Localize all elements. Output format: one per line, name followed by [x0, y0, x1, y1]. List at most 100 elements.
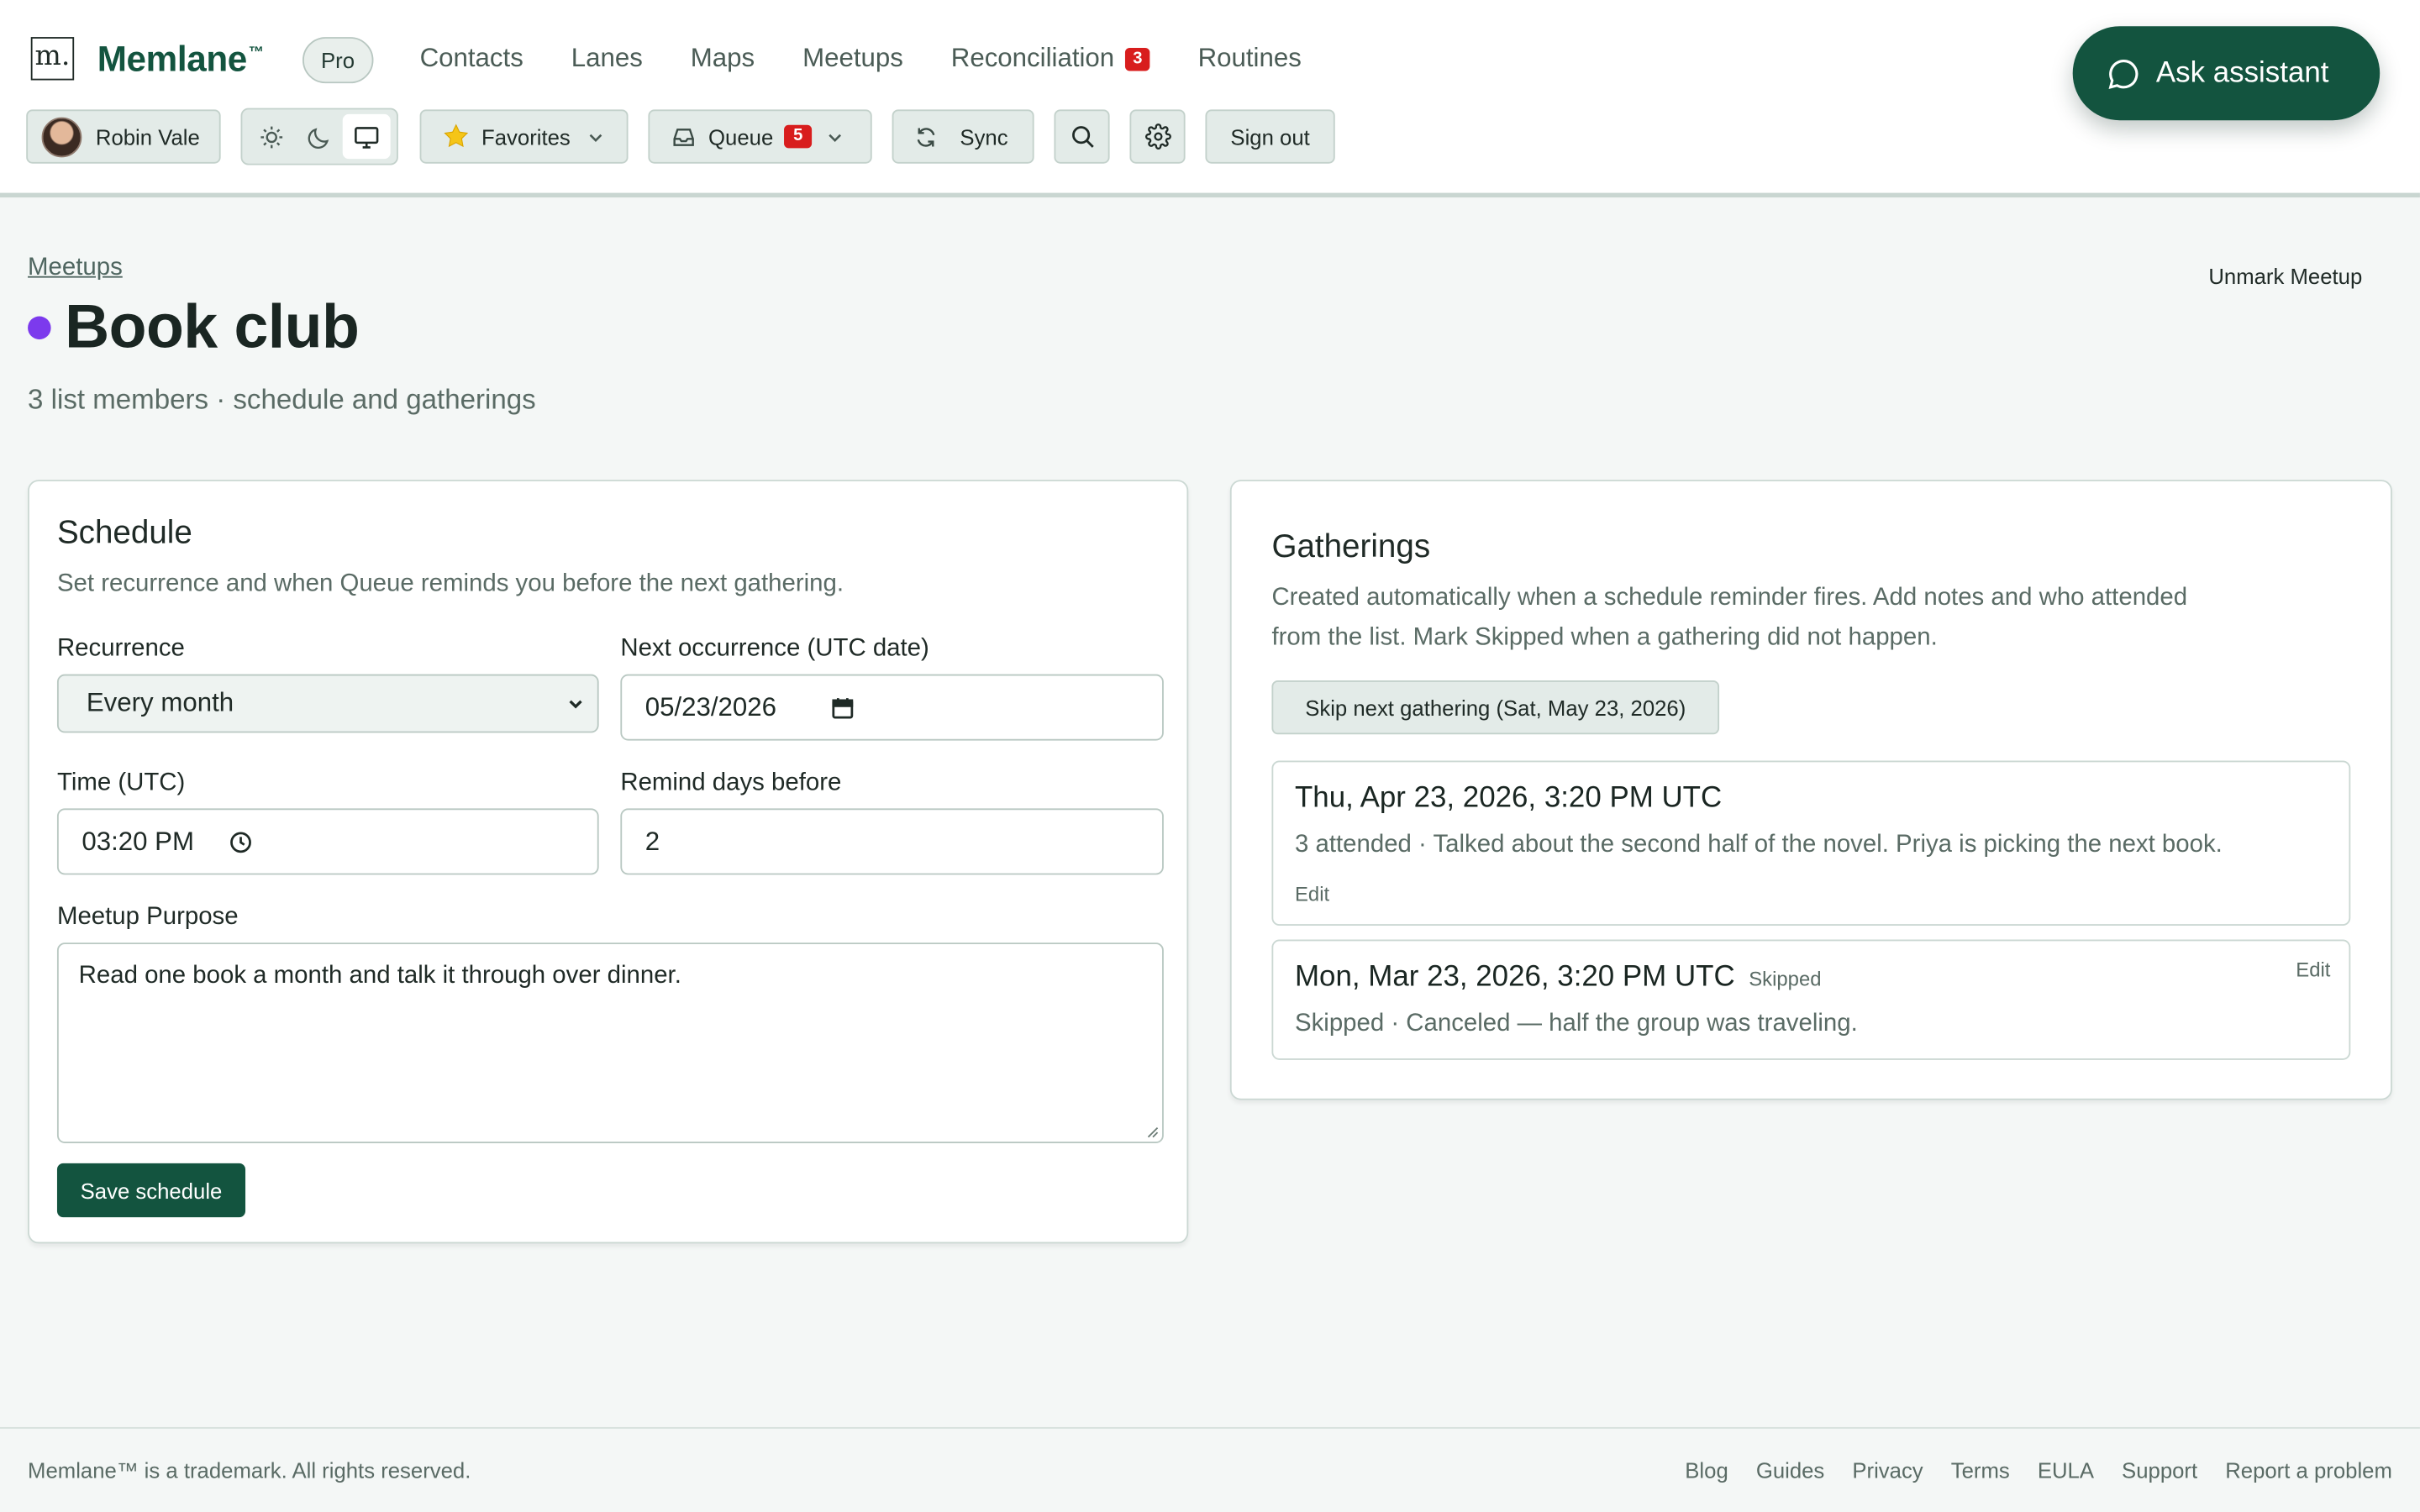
- ask-assistant-label: Ask assistant: [2155, 56, 2329, 89]
- queue-count-badge: 5: [784, 124, 813, 149]
- skip-next-gathering-button[interactable]: Skip next gathering (Sat, May 23, 2026): [1271, 680, 1720, 735]
- footer-link-privacy[interactable]: Privacy: [1852, 1458, 1923, 1483]
- edit-gathering-button[interactable]: Edit: [1295, 883, 1329, 906]
- next-occurrence-label: Next occurrence (UTC date): [620, 635, 929, 662]
- clock-icon[interactable]: [228, 829, 252, 853]
- schedule-card: Schedule Set recurrence and when Queue r…: [28, 480, 1189, 1244]
- recurrence-select[interactable]: Every month: [56, 674, 599, 733]
- footer-link-guides[interactable]: Guides: [1756, 1458, 1824, 1483]
- page-footer: Memlane™ is a trademark. All rights rese…: [0, 1426, 2420, 1512]
- sign-out-button[interactable]: Sign out: [1205, 109, 1335, 164]
- top-header: m. Memlane ™ Pro Contacts Lanes Maps Meet…: [0, 0, 2420, 198]
- nav-label: Contacts: [419, 43, 523, 73]
- next-occurrence-input[interactable]: 05/23/2026: [620, 674, 1164, 741]
- nav-label: Routines: [1197, 43, 1302, 73]
- page-subtitle: 3 list members · schedule and gatherings: [28, 384, 536, 416]
- sync-button[interactable]: Sync: [892, 109, 1034, 164]
- purpose-label: Meetup Purpose: [56, 904, 239, 931]
- footer-links: Blog Guides Privacy Terms EULA Support R…: [1685, 1458, 2392, 1483]
- gatherings-description-line-1: Created automatically when a schedule re…: [1271, 585, 2188, 612]
- gatherings-description-line-2: from the list. Mark Skipped when a gathe…: [1271, 624, 1938, 652]
- ask-assistant-button[interactable]: Ask assistant: [2072, 26, 2381, 121]
- nav-reconciliation[interactable]: Reconciliation 3: [951, 43, 1150, 74]
- remind-days-value: 2: [644, 826, 660, 856]
- time-value: 03:20 PM: [82, 826, 194, 856]
- app-name: Memlane ™: [97, 38, 264, 80]
- light-theme-icon[interactable]: [247, 114, 295, 159]
- search-icon: [1071, 126, 1093, 148]
- next-occurrence-value: 05/23/2026: [644, 691, 777, 722]
- inbox-icon: [673, 128, 694, 145]
- footer-link-report-problem[interactable]: Report a problem: [2225, 1458, 2392, 1483]
- system-theme-icon[interactable]: [342, 113, 391, 160]
- save-schedule-button[interactable]: Save schedule: [56, 1163, 246, 1218]
- time-input[interactable]: 03:20 PM: [56, 808, 599, 875]
- gatherings-card: Gatherings Created automatically when a …: [1229, 480, 2392, 1100]
- gathering-item[interactable]: Mon, Mar 23, 2026, 3:20 PM UTC Skipped Sk…: [1271, 939, 2351, 1060]
- remind-days-label: Remind days before: [620, 769, 842, 796]
- unmark-meetup-button[interactable]: Unmark Meetup: [2208, 264, 2362, 288]
- settings-button[interactable]: [1129, 109, 1186, 164]
- app-name-text: Memlane: [97, 37, 248, 78]
- nav-label: Maps: [690, 43, 755, 73]
- sync-label: Sync: [960, 123, 1008, 150]
- skipped-tag: Skipped: [1749, 967, 1822, 991]
- search-button[interactable]: [1054, 109, 1110, 164]
- nav-maps[interactable]: Maps: [691, 43, 755, 74]
- gathering-notes: 3 attended · Talked about the second hal…: [1294, 831, 2223, 858]
- edit-gathering-button[interactable]: Edit: [2296, 958, 2330, 982]
- gathering-notes: Skipped · Canceled — half the group was …: [1294, 1011, 1858, 1037]
- nav-lanes[interactable]: Lanes: [571, 43, 643, 74]
- reconciliation-count-badge: 3: [1125, 47, 1150, 71]
- favorites-dropdown[interactable]: Favorites: [419, 109, 629, 164]
- favorites-label: Favorites: [481, 123, 571, 150]
- user-menu-button[interactable]: Robin Vale: [26, 109, 221, 164]
- brand-logo[interactable]: m. Memlane ™: [30, 37, 264, 81]
- nav-contacts[interactable]: Contacts: [420, 43, 523, 74]
- footer-link-support[interactable]: Support: [2122, 1458, 2197, 1483]
- queue-label: Queue: [708, 123, 774, 150]
- user-name: Robin Vale: [95, 123, 200, 150]
- remind-days-input[interactable]: 2: [620, 808, 1164, 875]
- footer-copyright: Memlane™ is a trademark. All rights rese…: [28, 1457, 471, 1483]
- nav-label: Reconciliation: [950, 43, 1115, 73]
- chat-bubble-icon: [2108, 59, 2139, 89]
- gatherings-heading: Gatherings: [1271, 528, 1431, 565]
- app-root: m. Memlane ™ Pro Contacts Lanes Maps Meet…: [0, 0, 2420, 1512]
- gathering-item[interactable]: Thu, Apr 23, 2026, 3:20 PM UTC 3 attende…: [1271, 760, 2351, 927]
- chevron-down-icon: [569, 700, 582, 709]
- footer-link-eula[interactable]: EULA: [2038, 1458, 2094, 1483]
- gathering-title: Thu, Apr 23, 2026, 3:20 PM UTC: [1294, 782, 1723, 815]
- gathering-title: Mon, Mar 23, 2026, 3:20 PM UTC: [1294, 961, 1735, 994]
- nav-routines[interactable]: Routines: [1198, 43, 1302, 74]
- recurrence-value: Every month: [86, 688, 234, 718]
- page-title-row: Book club: [28, 293, 360, 363]
- recurrence-label: Recurrence: [56, 635, 185, 662]
- calendar-icon[interactable]: [830, 695, 855, 719]
- footer-link-blog[interactable]: Blog: [1685, 1458, 1728, 1483]
- refresh-icon: [917, 127, 935, 146]
- gathering-title-row: Mon, Mar 23, 2026, 3:20 PM UTC Skipped: [1295, 961, 1822, 995]
- chevron-down-icon: [829, 133, 842, 142]
- dark-theme-icon[interactable]: [295, 114, 343, 159]
- chevron-down-icon: [588, 133, 602, 142]
- schedule-description: Set recurrence and when Queue reminds yo…: [56, 570, 844, 597]
- schedule-heading: Schedule: [56, 515, 192, 551]
- purpose-textarea[interactable]: Read one book a month and talk it throug…: [56, 942, 1164, 1143]
- resize-handle-icon[interactable]: [1145, 1125, 1160, 1139]
- header-toolbar: Robin Vale Favorites Queue 5 Sync Sign o…: [26, 108, 1335, 165]
- avatar: [41, 116, 82, 157]
- time-label: Time (UTC): [56, 769, 186, 796]
- gear-icon: [1144, 123, 1171, 150]
- nav-meetups[interactable]: Meetups: [802, 43, 903, 74]
- trademark-symbol: ™: [248, 44, 264, 62]
- queue-dropdown[interactable]: Queue 5: [648, 109, 872, 164]
- theme-switcher: [240, 108, 398, 165]
- meetup-color-dot: [28, 316, 51, 340]
- nav-label: Lanes: [571, 43, 643, 73]
- nav-label: Meetups: [802, 43, 903, 73]
- breadcrumb[interactable]: Meetups: [28, 255, 123, 282]
- footer-link-terms[interactable]: Terms: [1951, 1458, 2010, 1483]
- purpose-value: Read one book a month and talk it throug…: [78, 963, 681, 990]
- star-icon: [444, 123, 469, 148]
